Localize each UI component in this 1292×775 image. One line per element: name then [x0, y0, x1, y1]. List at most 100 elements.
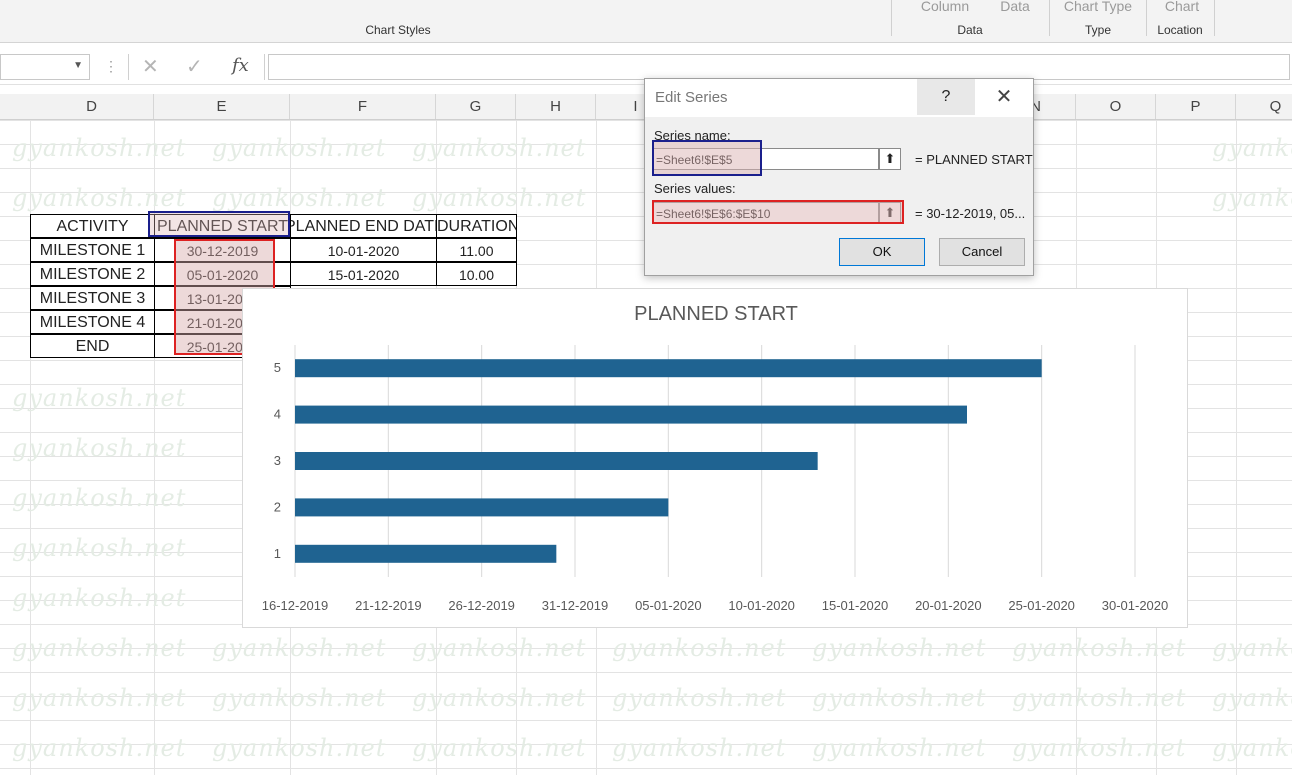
series-name-range-highlight	[148, 211, 290, 237]
ribbon-separator	[1049, 0, 1050, 36]
bar-chart[interactable]: PLANNED START 16-12-2019 21-12-2019 26-12-…	[242, 288, 1188, 628]
data-group-label: Data	[957, 23, 983, 37]
watermark: gyankosh.net	[812, 634, 987, 662]
bar[interactable]	[295, 359, 1042, 378]
type-group-label: Type	[1084, 23, 1111, 37]
ribbon-separator	[1214, 0, 1215, 36]
column-header-g[interactable]: G	[436, 94, 516, 119]
ribbon-separator	[1146, 0, 1147, 36]
ok-button[interactable]: OK	[839, 238, 925, 266]
watermark: gyankosh.net	[12, 384, 187, 412]
y-tick-label: 3	[274, 453, 281, 468]
watermark: gyankosh.net	[1212, 734, 1292, 762]
watermark: gyankosh.net	[212, 184, 387, 212]
activity-cell[interactable]: END	[30, 334, 155, 358]
data-button[interactable]: Data	[990, 0, 1040, 14]
chart-type-button[interactable]: Chart Type	[1056, 0, 1140, 14]
x-tick-label: 30-01-2020	[1102, 598, 1169, 613]
ribbon-separator	[891, 0, 892, 36]
watermark: gyankosh.net	[1012, 734, 1187, 762]
watermark: gyankosh.net	[12, 584, 187, 612]
watermark: gyankosh.net	[412, 684, 587, 712]
formula-input[interactable]	[268, 54, 1290, 80]
insert-function-icon[interactable]: fx	[232, 55, 249, 76]
watermark: gyankosh.net	[12, 434, 187, 462]
column-header-q[interactable]: Q	[1236, 94, 1292, 119]
column-header-e[interactable]: E	[154, 94, 290, 119]
more-options-icon: ⋮	[104, 58, 118, 74]
close-icon[interactable]: ✕	[975, 79, 1033, 115]
watermark: gyankosh.net	[1212, 684, 1292, 712]
x-tick-label: 31-12-2019	[542, 598, 609, 613]
series-values-highlight	[652, 200, 904, 224]
column-header-h[interactable]: H	[516, 94, 596, 119]
activity-cell[interactable]: MILESTONE 1	[30, 238, 155, 262]
duration-cell[interactable]: 11.00	[436, 238, 517, 262]
header-cell-planned-end-date[interactable]: PLANNED END DATE	[290, 214, 437, 238]
watermark: gyankosh.net	[612, 634, 787, 662]
column-header-p[interactable]: P	[1156, 94, 1236, 119]
formula-divider	[264, 54, 265, 80]
watermark: gyankosh.net	[12, 634, 187, 662]
bar[interactable]	[295, 498, 669, 517]
bar[interactable]	[295, 544, 557, 563]
watermark: gyankosh.net	[612, 734, 787, 762]
move-chart-button[interactable]: Chart	[1152, 0, 1212, 14]
watermark: gyankosh.net	[1012, 684, 1187, 712]
activity-cell[interactable]: MILESTONE 3	[30, 286, 155, 310]
y-tick-label: 1	[274, 546, 281, 561]
x-tick-label: 05-01-2020	[635, 598, 702, 613]
y-tick-label: 4	[274, 407, 281, 422]
end-cell[interactable]: 10-01-2020	[290, 238, 437, 262]
enter-icon[interactable]: ✓	[186, 54, 203, 79]
x-tick-label: 15-01-2020	[822, 598, 889, 613]
watermark: gyankosh.net	[812, 734, 987, 762]
watermark: gyankosh.net	[1212, 634, 1292, 662]
header-cell-activity[interactable]: ACTIVITY	[30, 214, 155, 238]
collapse-dialog-icon[interactable]: ⬆	[879, 148, 901, 170]
series-values-result: = 30-12-2019, 05...	[915, 206, 1026, 221]
watermark: gyankosh.net	[12, 484, 187, 512]
dialog-titlebar[interactable]: Edit Series ? ✕	[645, 79, 1033, 117]
ribbon: Column Data Chart Type Chart Chart Style…	[0, 0, 1292, 43]
watermark: gyankosh.net	[812, 684, 987, 712]
series-values-label: Series values:	[654, 181, 736, 196]
watermark: gyankosh.net	[212, 684, 387, 712]
header-cell-duration[interactable]: DURATION	[436, 214, 517, 238]
edit-series-dialog: Edit Series ? ✕ Series name: =Sheet6!$E$…	[644, 78, 1034, 276]
series-name-highlight	[652, 140, 762, 176]
watermark: gyankosh.net	[12, 534, 187, 562]
y-tick-label: 5	[274, 360, 281, 375]
chevron-down-icon[interactable]: ▼	[73, 60, 83, 71]
bar[interactable]	[295, 405, 967, 424]
chart-styles-group-label: Chart Styles	[365, 23, 431, 37]
activity-cell[interactable]: MILESTONE 4	[30, 310, 155, 334]
series-name-result: = PLANNED START	[915, 152, 1033, 167]
x-tick-label: 16-12-2019	[262, 598, 329, 613]
watermark: gyankosh.net	[12, 134, 187, 162]
column-button[interactable]: Column	[905, 0, 985, 14]
name-box[interactable]: ▼	[0, 54, 90, 80]
cancel-icon[interactable]: ✕	[142, 54, 159, 79]
activity-cell[interactable]: MILESTONE 2	[30, 262, 155, 286]
cancel-button[interactable]: Cancel	[939, 238, 1025, 266]
x-tick-label: 20-01-2020	[915, 598, 982, 613]
watermark: gyankosh.net	[212, 634, 387, 662]
watermark: gyankosh.net	[212, 734, 387, 762]
help-button[interactable]: ?	[917, 79, 975, 115]
column-header-f[interactable]: F	[290, 94, 436, 119]
end-cell[interactable]: 15-01-2020	[290, 262, 437, 286]
watermark: gyankosh.net	[12, 684, 187, 712]
x-tick-label: 21-12-2019	[355, 598, 422, 613]
location-group-label: Location	[1157, 23, 1203, 37]
bar[interactable]	[295, 452, 818, 470]
watermark: gyankosh.net	[1012, 634, 1187, 662]
column-header-d[interactable]: D	[30, 94, 154, 119]
y-tick-label: 2	[274, 499, 281, 514]
formula-divider	[128, 54, 129, 80]
watermark: gyankosh.net	[12, 184, 187, 212]
watermark: gyankosh.net	[412, 134, 587, 162]
duration-cell[interactable]: 10.00	[436, 262, 517, 286]
x-tick-label: 10-01-2020	[728, 598, 795, 613]
column-header-o[interactable]: O	[1076, 94, 1156, 119]
